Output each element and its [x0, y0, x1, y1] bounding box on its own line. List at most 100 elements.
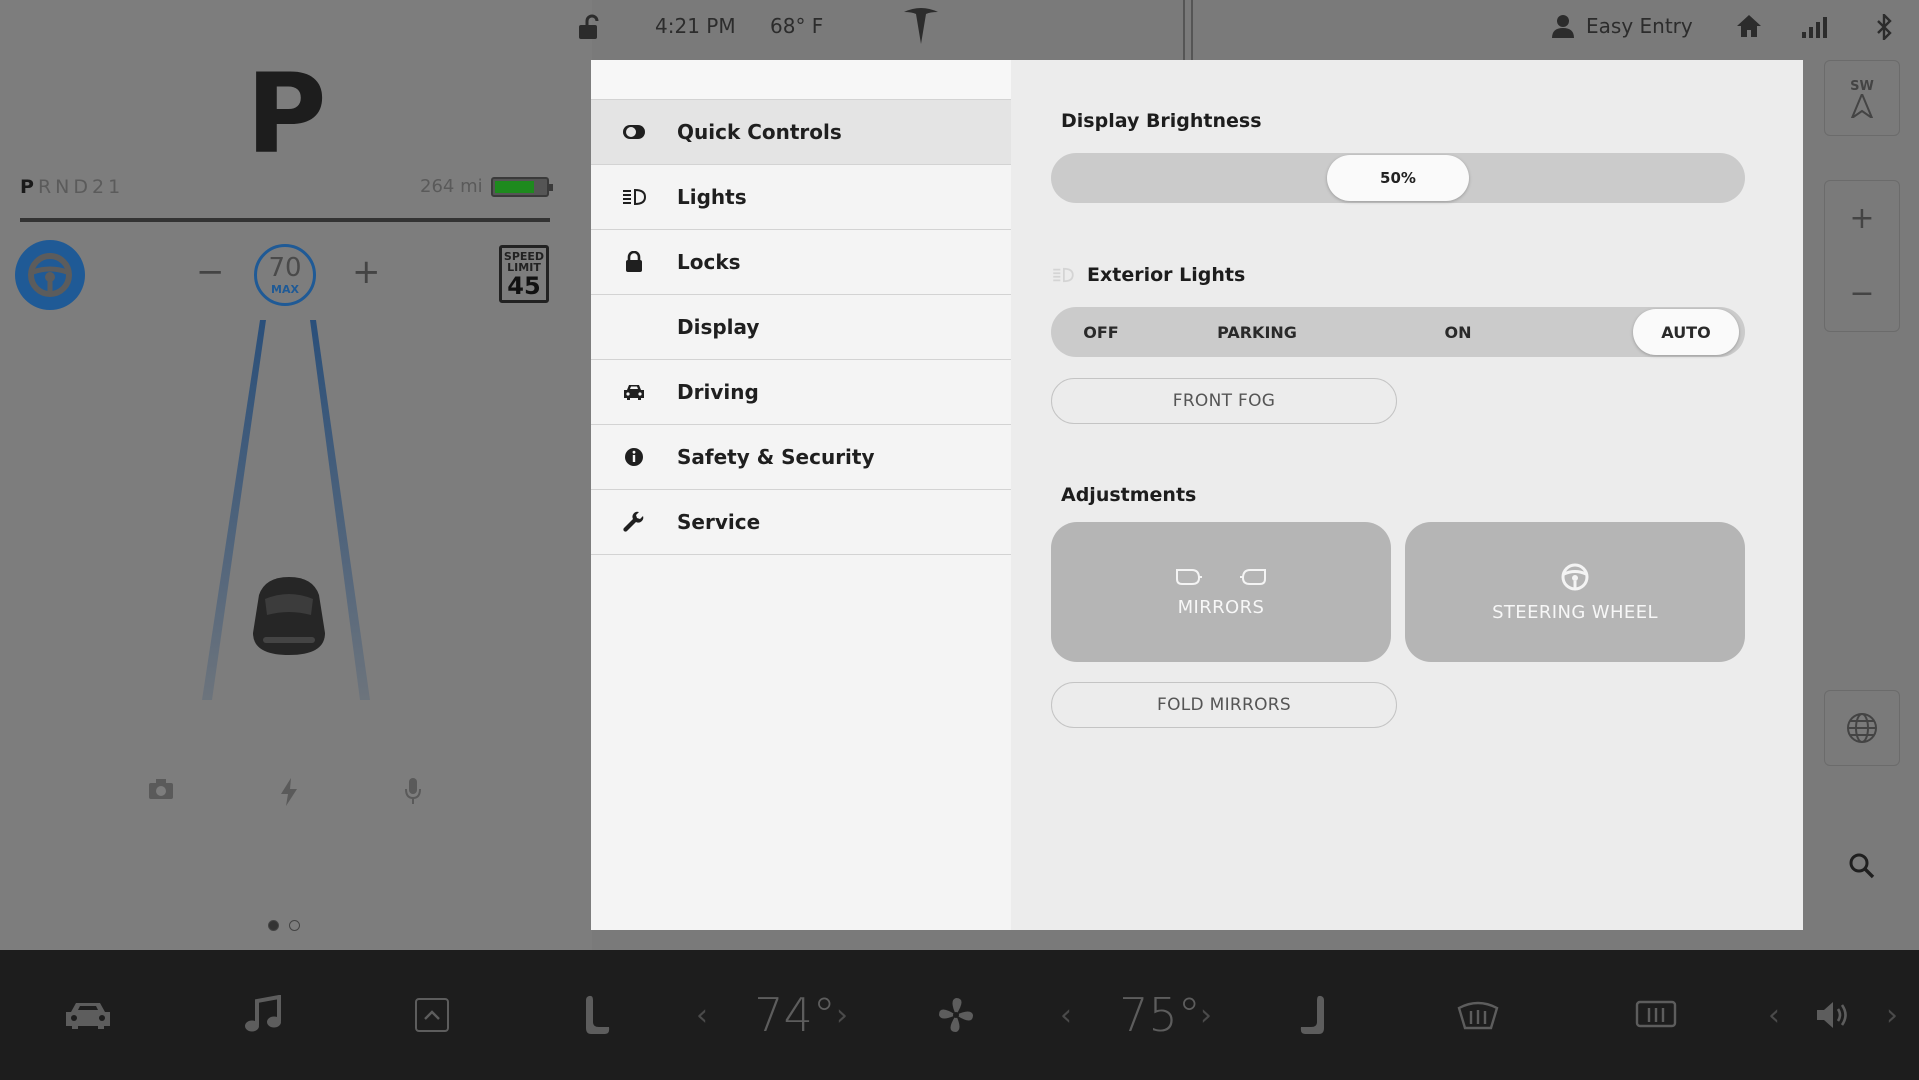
range-value: 264 mi: [420, 176, 483, 197]
unlock-icon[interactable]: [577, 14, 599, 40]
battery-fill: [494, 180, 534, 193]
adjustments-title: Adjustments: [1061, 484, 1197, 506]
info-icon: [591, 447, 677, 467]
mirrors-button[interactable]: MIRRORS: [1051, 522, 1391, 662]
brightness-title: Display Brightness: [1061, 110, 1262, 132]
exterior-option-auto[interactable]: AUTO: [1633, 309, 1739, 355]
dashcam-icon[interactable]: [148, 778, 174, 804]
mirror-icons: [1174, 567, 1268, 587]
volume-down-button[interactable]: ‹: [1762, 950, 1786, 1080]
exterior-lights-header: Exterior Lights: [1051, 264, 1245, 286]
compass-heading: SW: [1850, 78, 1874, 94]
compass-button[interactable]: SW: [1824, 60, 1900, 136]
battery-icon: [490, 176, 553, 197]
gear-sequence: PRND21: [20, 176, 124, 198]
exterior-option-on[interactable]: ON: [1365, 309, 1551, 355]
exterior-option-parking[interactable]: PARKING: [1149, 309, 1365, 355]
passenger-temp-down-button[interactable]: ‹: [1054, 950, 1078, 1080]
speed-limit-value: 45: [507, 272, 541, 300]
speed-limit-title: SPEED LIMIT: [503, 250, 545, 274]
app-launcher-button[interactable]: [414, 950, 450, 1080]
page-indicator: [268, 920, 300, 931]
rear-defrost-icon: [1635, 1000, 1677, 1028]
quick-controls-panel: Display Brightness 50% Exterior Lights O…: [1011, 60, 1803, 930]
profile-button[interactable]: Easy Entry: [1552, 14, 1693, 38]
tesla-logo-icon[interactable]: [900, 4, 942, 46]
exterior-lights-icon: [1053, 267, 1074, 283]
speed-decrease-button[interactable]: −: [196, 252, 225, 292]
zoom-in-button[interactable]: +: [1849, 201, 1874, 236]
menu-item-locks[interactable]: Locks: [591, 230, 1011, 295]
autosteer-button[interactable]: [15, 240, 85, 310]
menu-item-lights[interactable]: Lights: [591, 165, 1011, 230]
gear-rest: RND21: [37, 176, 125, 198]
set-speed-label: MAX: [271, 282, 299, 296]
page-dot-2[interactable]: [289, 920, 300, 931]
set-speed-value: 70: [268, 252, 302, 283]
steering-wheel-label: STEERING WHEEL: [1492, 601, 1658, 623]
zoom-out-button[interactable]: −: [1849, 276, 1874, 311]
menu-item-label: Display: [677, 315, 760, 339]
toggle-icon: [591, 124, 677, 140]
menu-item-safety-security[interactable]: Safety & Security: [591, 425, 1011, 490]
car-icon: [66, 1003, 110, 1029]
page-dot-1[interactable]: [268, 920, 279, 931]
settings-menu: Quick Controls Lights Locks Display Driv…: [591, 60, 1011, 930]
fan-button[interactable]: [936, 950, 976, 1080]
microphone-icon[interactable]: [404, 778, 422, 808]
menu-item-driving[interactable]: Driving: [591, 360, 1011, 425]
menu-header: [591, 60, 1011, 100]
driver-temp-up-button[interactable]: ›: [830, 950, 854, 1080]
globe-button[interactable]: [1824, 690, 1900, 766]
volume-up-button[interactable]: ›: [1880, 950, 1904, 1080]
menu-item-quick-controls[interactable]: Quick Controls: [591, 100, 1011, 165]
car-controls-button[interactable]: [58, 950, 118, 1080]
right-mirror-icon: [1240, 568, 1266, 585]
headlight-icon: [591, 188, 677, 206]
set-speed-indicator: 70 MAX: [254, 244, 316, 306]
front-fog-button[interactable]: FRONT FOG: [1051, 378, 1397, 424]
bluetooth-icon[interactable]: [1876, 14, 1892, 40]
speed-increase-button[interactable]: +: [352, 252, 381, 292]
menu-item-service[interactable]: Service: [591, 490, 1011, 555]
home-icon[interactable]: [1736, 14, 1762, 38]
charge-icon[interactable]: [280, 778, 298, 810]
outside-temperature: 68° F: [770, 14, 824, 38]
search-button[interactable]: [1824, 828, 1900, 904]
steering-wheel-icon: [28, 253, 72, 297]
passenger-temp-up-button[interactable]: ›: [1194, 950, 1218, 1080]
seat-icon: [586, 995, 610, 1034]
lock-icon: [591, 251, 677, 273]
chevron-up-icon: [415, 998, 449, 1032]
exterior-option-off[interactable]: OFF: [1053, 309, 1149, 355]
driver-temp-down-button[interactable]: ‹: [690, 950, 714, 1080]
passenger-seat-heater-button[interactable]: [1296, 950, 1330, 1080]
range-display: 264 mi: [420, 176, 553, 197]
person-icon: [1552, 15, 1574, 38]
menu-item-label: Safety & Security: [677, 445, 875, 469]
front-defrost-button[interactable]: [1456, 950, 1500, 1080]
bottom-dock: ‹ 74° › ‹ 75° › ‹ ›: [0, 950, 1919, 1080]
current-gear: P: [246, 50, 327, 178]
left-mirror-icon: [1176, 568, 1202, 585]
settings-modal: Quick Controls Lights Locks Display Driv…: [591, 60, 1803, 930]
brightness-slider[interactable]: 50%: [1051, 153, 1745, 203]
search-icon: [1849, 853, 1875, 879]
vehicle-icon: [253, 577, 325, 655]
profile-name: Easy Entry: [1586, 14, 1693, 38]
front-defrost-icon: [1457, 1001, 1499, 1030]
fold-mirrors-button[interactable]: FOLD MIRRORS: [1051, 682, 1397, 728]
menu-item-display[interactable]: Display: [591, 295, 1011, 360]
status-bar: 4:21 PM 68° F Easy Entry: [560, 0, 1919, 56]
gear-divider: [20, 218, 550, 222]
driver-seat-heater-button[interactable]: [580, 950, 614, 1080]
rear-defrost-button[interactable]: [1634, 950, 1678, 1080]
steering-wheel-button[interactable]: STEERING WHEEL: [1405, 522, 1745, 662]
exterior-lights-selector: OFF PARKING ON AUTO: [1051, 307, 1745, 357]
fan-icon: [939, 998, 973, 1032]
menu-item-label: Locks: [677, 250, 741, 274]
menu-item-label: Quick Controls: [677, 120, 842, 144]
music-button[interactable]: [240, 950, 286, 1080]
brightness-thumb[interactable]: 50%: [1327, 155, 1469, 201]
volume-button[interactable]: [1814, 950, 1852, 1080]
